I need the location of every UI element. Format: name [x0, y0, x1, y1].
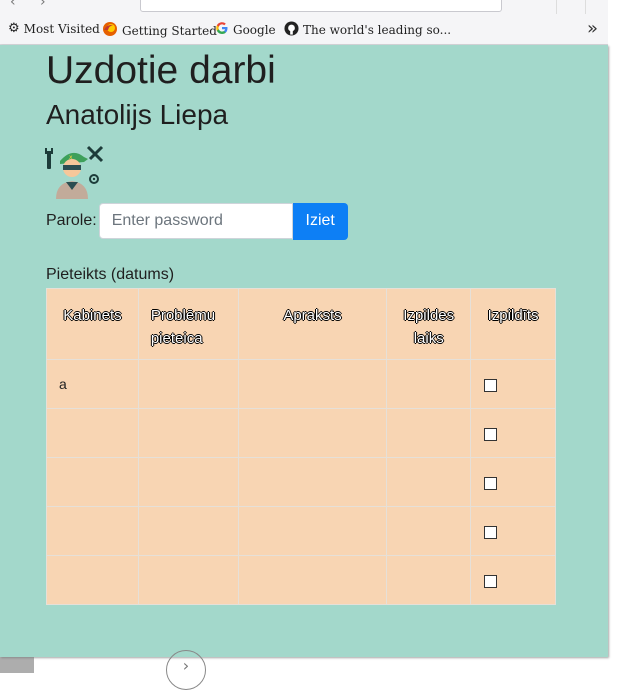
bookmark-label: Google: [233, 22, 276, 37]
cell-problemu-pieteica: [137, 408, 239, 458]
page-title: Uzdotie darbi: [46, 49, 276, 92]
cell-izpildes-laiks: [386, 506, 472, 556]
bookmark-most-visited[interactable]: ⚙ Most Visited: [8, 21, 100, 36]
done-checkbox[interactable]: [484, 525, 498, 539]
cell-izpildits: [470, 506, 556, 556]
cell-apraksts: [237, 359, 388, 409]
done-checkbox[interactable]: [484, 574, 498, 588]
cell-kabinets: a: [46, 359, 139, 409]
done-checkbox[interactable]: [484, 476, 498, 490]
cell-apraksts: [237, 457, 388, 507]
cell-problemu-pieteica: [137, 555, 239, 605]
cell-problemu-pieteica: [137, 457, 239, 507]
address-bar[interactable]: [140, 0, 502, 12]
password-input[interactable]: [98, 203, 293, 239]
login-form: Parole: Iziet: [46, 202, 348, 240]
window-controls: [528, 0, 608, 14]
forward-icon[interactable]: ›: [40, 0, 46, 10]
done-checkbox[interactable]: [484, 378, 498, 392]
cell-izpildits: [470, 457, 556, 507]
cell-izpildes-laiks: [386, 359, 472, 409]
table-row: [46, 457, 556, 507]
bookmark-getting-started[interactable]: Getting Started: [102, 21, 217, 40]
header-apraksts: Apraksts: [237, 288, 388, 360]
cell-apraksts: [237, 408, 388, 458]
browser-toolbar: ‹ ›: [0, 0, 608, 15]
table-row: a: [46, 359, 556, 409]
bookmark-label: Getting Started: [122, 23, 217, 38]
technician-avatar-icon: x: [44, 145, 108, 201]
table-row: [46, 555, 556, 605]
cell-izpildes-laiks: [386, 457, 472, 507]
google-icon: [215, 21, 229, 38]
header-kabinets: Kabinets: [46, 288, 139, 360]
logout-button[interactable]: Iziet: [292, 202, 348, 240]
chevron-double-right-icon[interactable]: »: [587, 18, 598, 39]
header-problemu-pieteica: Problēmu pieteica: [137, 288, 239, 360]
bookmark-google[interactable]: Google: [215, 21, 276, 38]
cell-kabinets: [46, 408, 139, 458]
table-header-row: Kabinets Problēmu pieteica Apraksts Izpi…: [46, 288, 556, 360]
header-izpildits: Izpildīts: [470, 288, 556, 360]
firefox-icon: [102, 21, 118, 40]
user-name: Anatolijs Liepa: [46, 99, 229, 130]
bookmarks-toolbar: ⚙ Most Visited Getting Started Google Th…: [0, 14, 608, 45]
page-content: Uzdotie darbi Anatolijs Liepa x Parole:: [0, 45, 608, 657]
cell-problemu-pieteica: [137, 359, 239, 409]
cell-problemu-pieteica: [137, 506, 239, 556]
jobs-table: Kabinets Problēmu pieteica Apraksts Izpi…: [46, 288, 556, 605]
cell-izpildits: [470, 555, 556, 605]
cell-kabinets: [46, 555, 139, 605]
chevron-right-circle-icon: ›: [166, 650, 206, 690]
cell-kabinets: [46, 506, 139, 556]
cell-apraksts: [237, 555, 388, 605]
table-row: [46, 408, 556, 458]
table-caption: Pieteikts (datums): [46, 266, 175, 283]
cell-izpildes-laiks: [386, 408, 472, 458]
cell-izpildits: [470, 359, 556, 409]
gear-icon: ⚙: [8, 21, 20, 36]
cell-izpildits: [470, 408, 556, 458]
done-checkbox[interactable]: [484, 427, 498, 441]
bookmark-label: Most Visited: [23, 21, 100, 36]
cell-izpildes-laiks: [386, 555, 472, 605]
github-icon: [284, 21, 299, 39]
header-izpildes-laiks: Izpildes laiks: [386, 288, 472, 360]
table-row: [46, 506, 556, 556]
bookmark-github[interactable]: The world's leading so...: [284, 21, 451, 39]
cell-kabinets: [46, 457, 139, 507]
bookmark-label: The world's leading so...: [303, 23, 452, 37]
password-label: Parole:: [46, 212, 97, 229]
cell-apraksts: [237, 506, 388, 556]
back-icon[interactable]: ‹: [10, 0, 16, 10]
background-window-fragment: [0, 657, 34, 673]
